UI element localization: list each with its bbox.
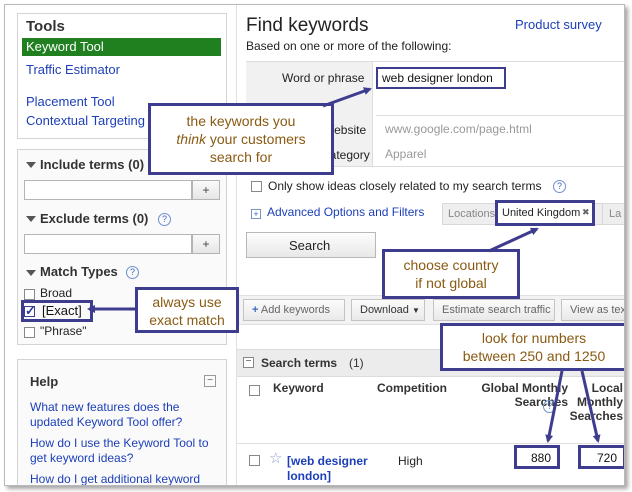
screenshot-frame: Tools Keyword Tool Traffic Estimator Pla… (4, 4, 625, 486)
arrow-to-location (488, 227, 539, 253)
arrow-to-global (545, 370, 564, 443)
callout-arrows (87, 87, 601, 443)
arrow-to-word-input (322, 87, 372, 108)
arrow-to-local (580, 370, 601, 443)
